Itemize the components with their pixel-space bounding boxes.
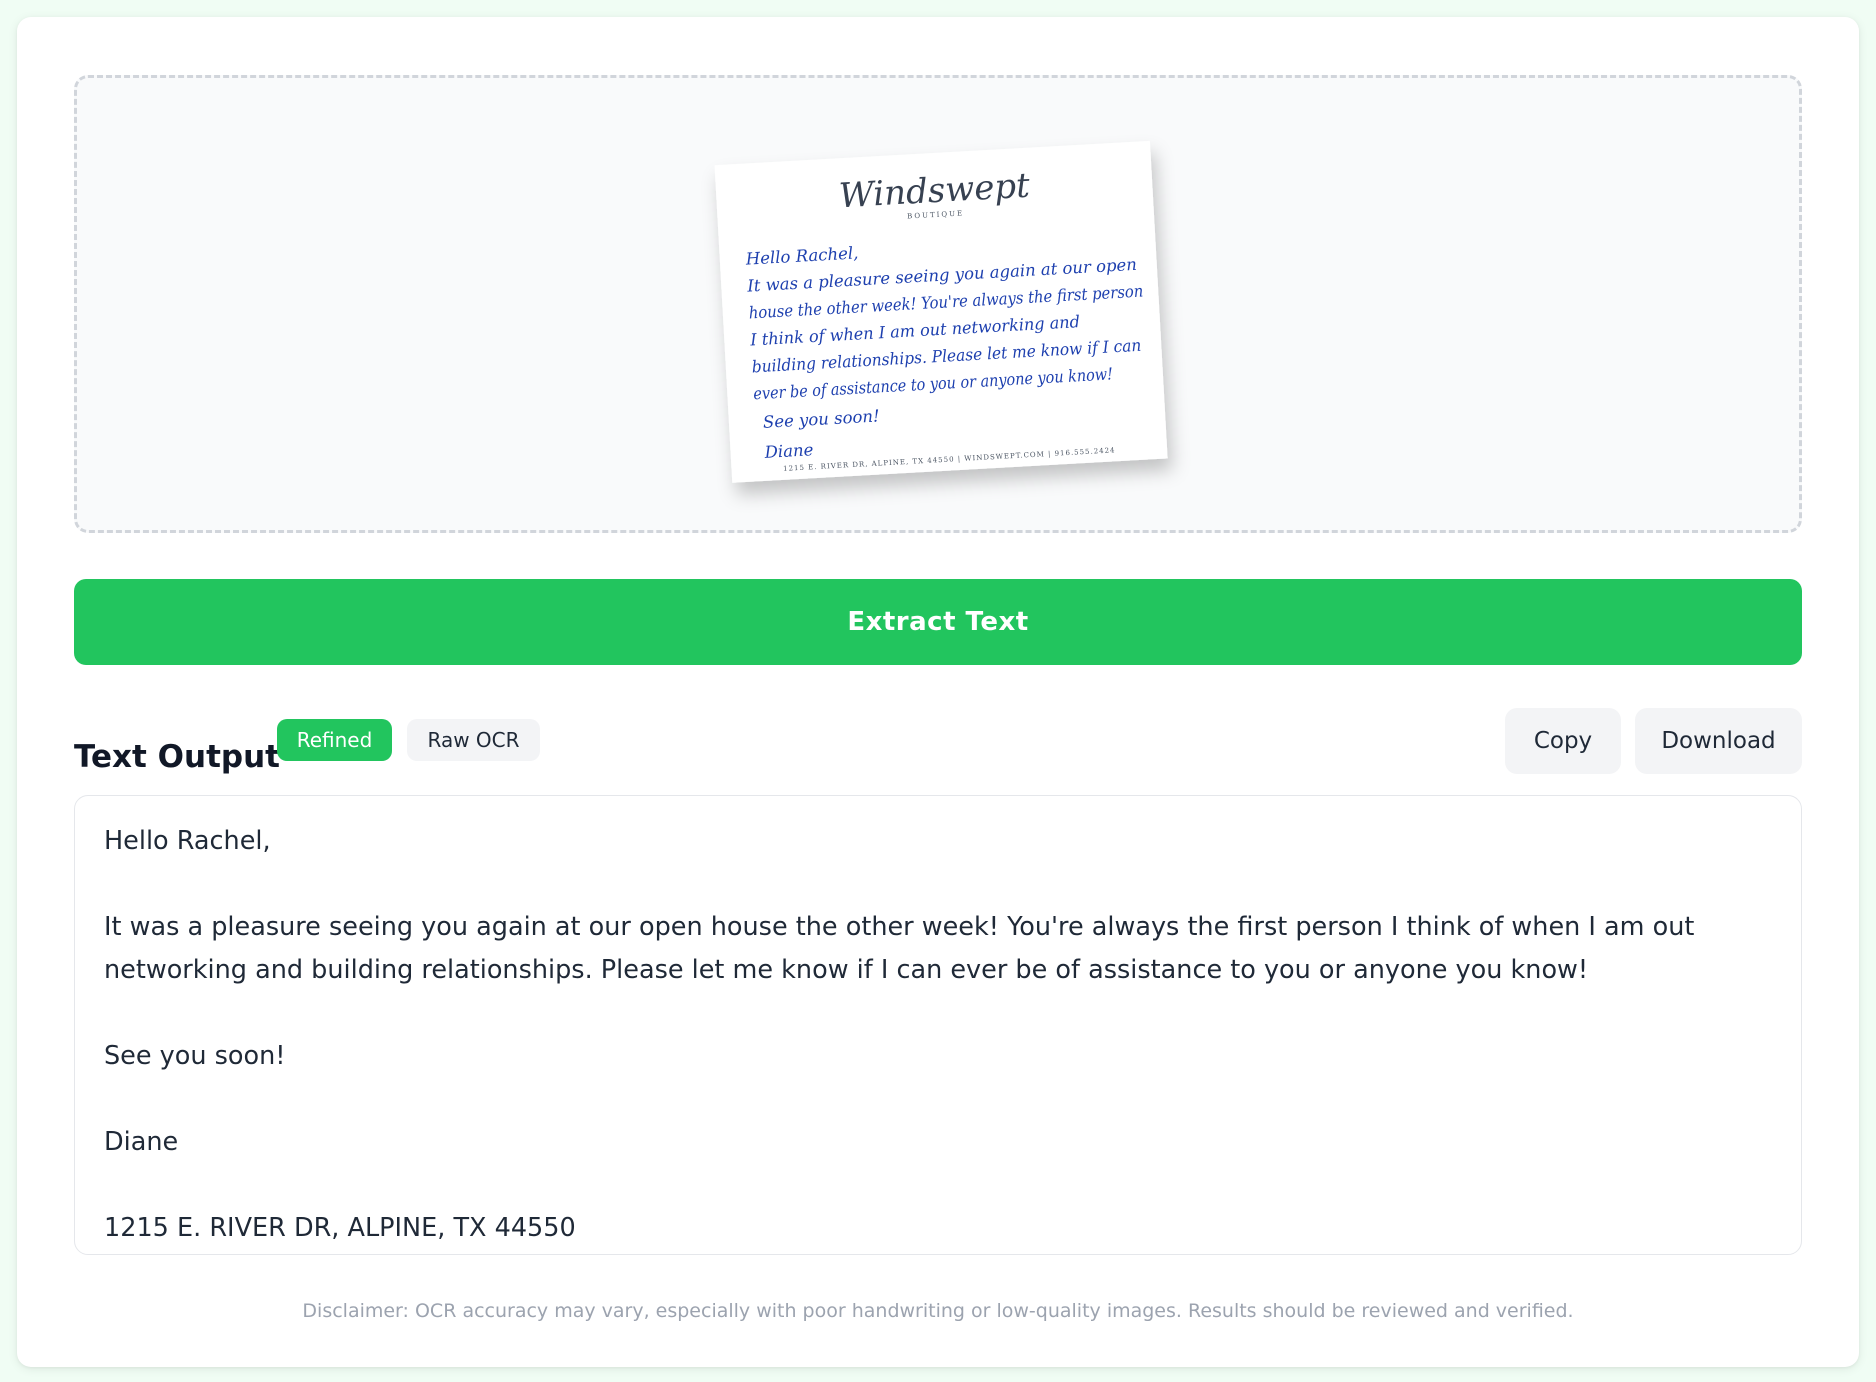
output-title: Text Output (74, 739, 280, 775)
note-line: Diane (763, 440, 814, 462)
tab-refined[interactable]: Refined (277, 719, 392, 761)
copy-button[interactable]: Copy (1505, 708, 1621, 774)
disclaimer-text: Disclaimer: OCR accuracy may vary, espec… (302, 1300, 1574, 1322)
output-address: 1215 E. RIVER DR, ALPINE, TX 44550 (104, 1213, 576, 1243)
uploaded-note-image: Windswept BOUTIQUE Hello Rachel, It was … (714, 140, 1168, 483)
tab-raw-ocr[interactable]: Raw OCR (407, 719, 540, 761)
output-closing: See you soon! (104, 1041, 286, 1071)
output-signature: Diane (104, 1127, 179, 1157)
output-greeting: Hello Rachel, (104, 826, 271, 856)
image-dropzone[interactable]: Windswept BOUTIQUE Hello Rachel, It was … (74, 75, 1802, 533)
output-body: It was a pleasure seeing you again at ou… (104, 912, 1695, 985)
text-output-area[interactable]: Hello Rachel, It was a pleasure seeing y… (74, 795, 1802, 1255)
download-button[interactable]: Download (1635, 708, 1802, 774)
extract-text-button[interactable]: Extract Text (74, 579, 1802, 665)
main-card: Windswept BOUTIQUE Hello Rachel, It was … (17, 17, 1859, 1367)
